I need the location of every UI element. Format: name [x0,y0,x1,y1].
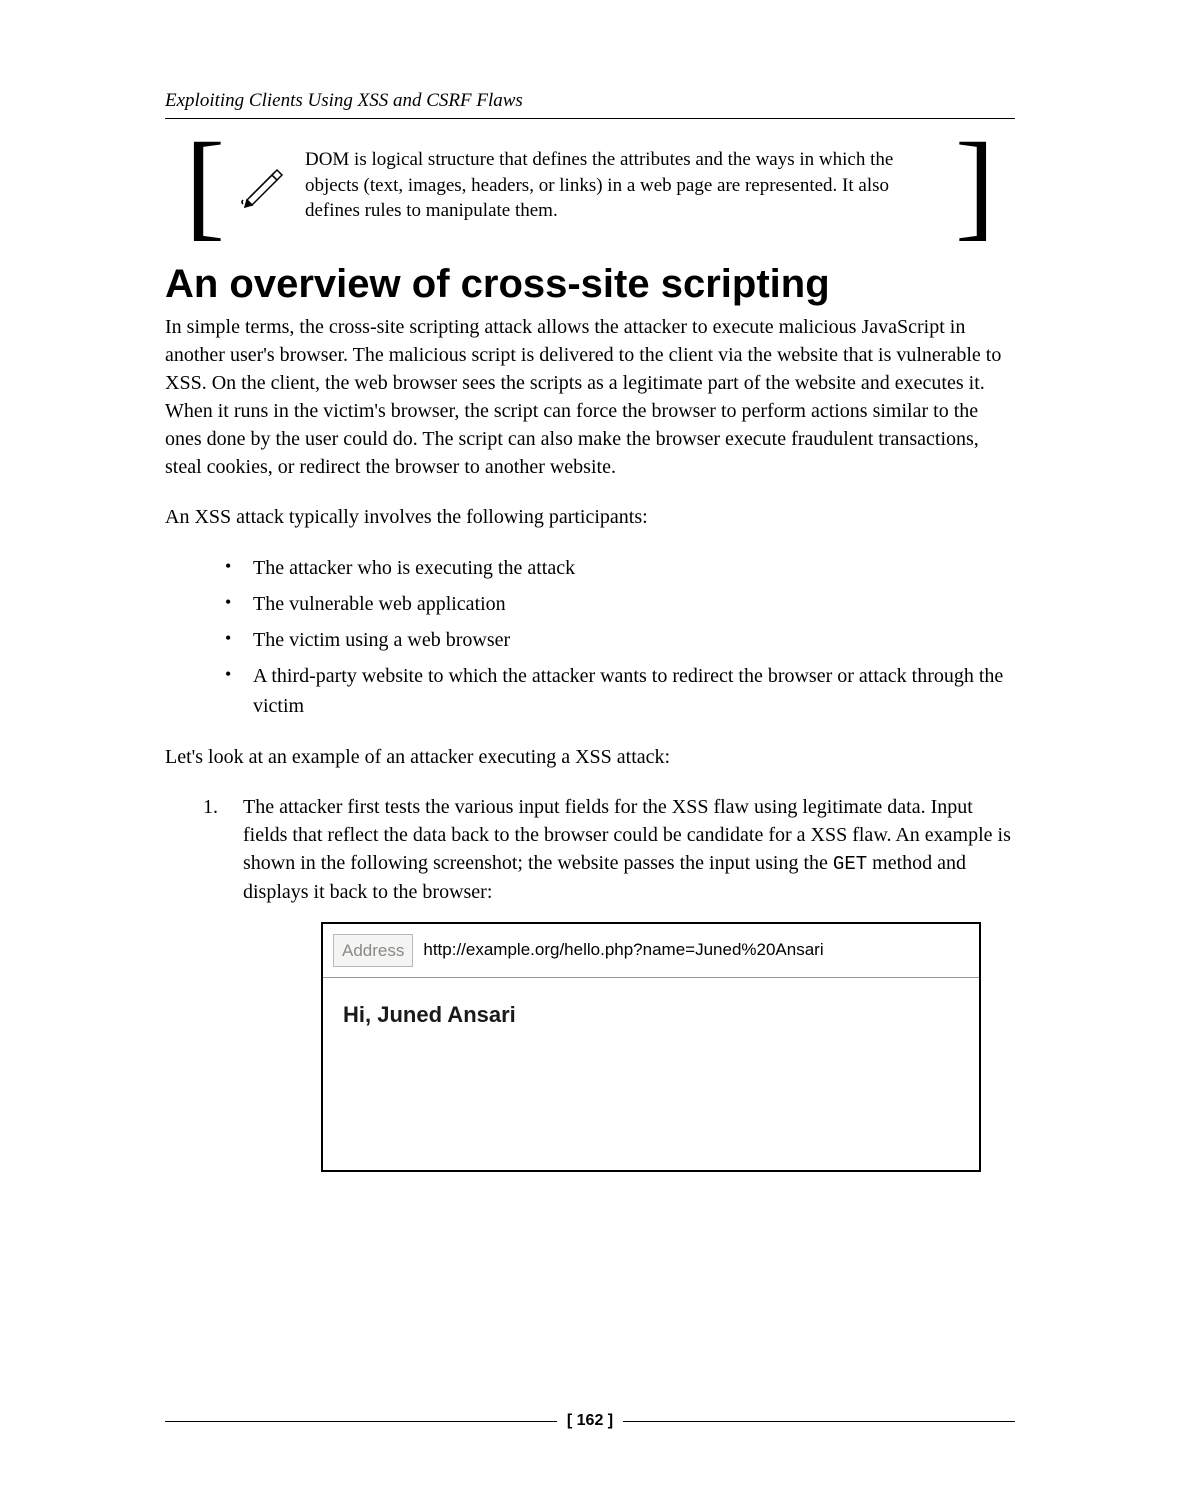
section-heading: An overview of cross-site scripting [165,262,1015,307]
inline-code: GET [833,853,867,875]
list-item: The attacker who is executing the attack [225,553,1015,583]
footer-line-left [165,1421,557,1422]
bracket-left: [ [185,149,225,221]
paragraph-3: Let's look at an example of an attacker … [165,743,1015,771]
page-footer: [ 162 ] [165,1412,1015,1430]
page-number: [ 162 ] [557,1412,623,1430]
callout-text: DOM is logical structure that defines th… [305,147,947,224]
list-item: The victim using a web browser [225,625,1015,655]
page-header-title: Exploiting Clients Using XSS and CSRF Fl… [165,90,1015,112]
callout-box: [ DOM is logical structure that defines … [185,147,995,224]
list-item: The vulnerable web application [225,589,1015,619]
list-item: A third-party website to which the attac… [225,661,1015,721]
participants-list: The attacker who is executing the attack… [225,553,1015,721]
browser-body: Hi, Juned Ansari [323,978,979,1053]
address-url: http://example.org/hello.php?name=Juned%… [413,934,833,968]
address-label: Address [333,934,413,968]
browser-screenshot: Address http://example.org/hello.php?nam… [321,922,981,1172]
paragraph-1: In simple terms, the cross-site scriptin… [165,313,1015,481]
step-1: 1. The attacker first tests the various … [203,793,1015,1172]
step-number: 1. [203,793,218,821]
header-rule [165,118,1015,119]
pen-icon [237,160,287,210]
paragraph-2: An XSS attack typically involves the fol… [165,503,1015,531]
bracket-right: ] [955,149,995,221]
footer-line-right [623,1421,1015,1422]
address-bar: Address http://example.org/hello.php?nam… [323,924,979,979]
steps-list: 1. The attacker first tests the various … [203,793,1015,1172]
browser-greeting: Hi, Juned Ansari [343,1000,959,1031]
